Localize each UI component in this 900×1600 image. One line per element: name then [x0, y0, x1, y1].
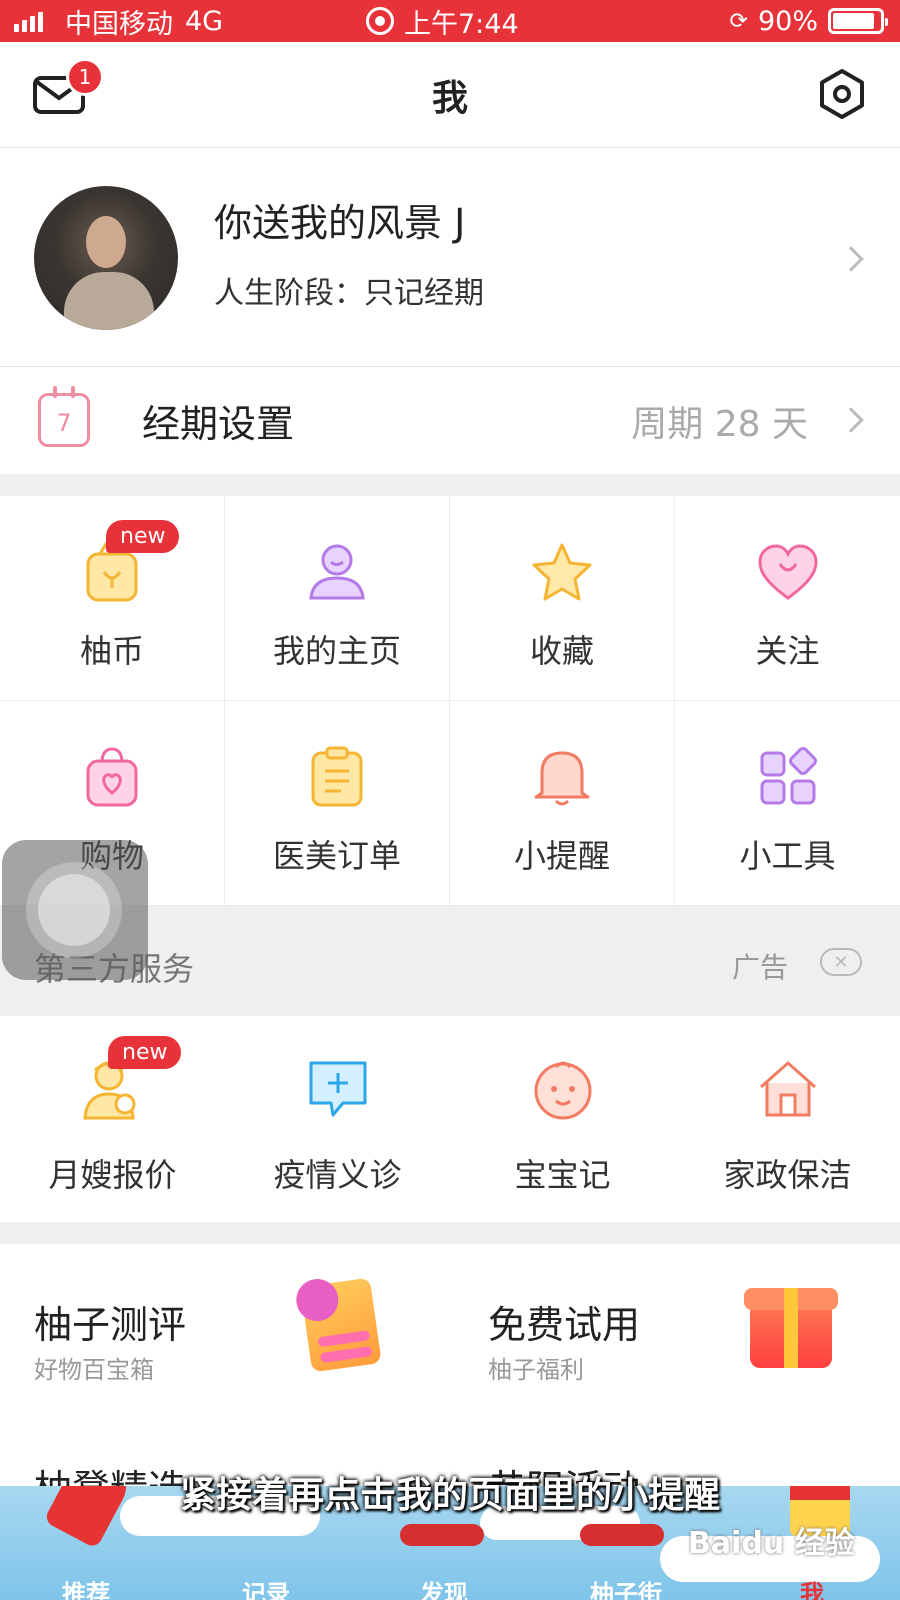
grid-item-label: 柚币	[79, 632, 144, 670]
video-subtitle: 紧接着再点击我的页面里的小提醒	[179, 1475, 720, 1516]
profile-card[interactable]: 你送我的风景 J 人生阶段：只记经期	[0, 148, 900, 366]
mail-badge: 1	[66, 58, 104, 96]
signal-icon	[14, 10, 43, 32]
grid-item-follow[interactable]: 关注	[675, 496, 900, 701]
plane-illustration	[580, 1524, 664, 1546]
promo-subtitle: 好物百宝箱	[34, 1356, 154, 1384]
tab-records[interactable]: 记录	[242, 1574, 290, 1600]
gift-box-illustration	[744, 1288, 838, 1368]
grid-item-favorites[interactable]: 收藏	[450, 496, 675, 701]
clipboard-icon	[311, 746, 363, 807]
review-illustration	[300, 1277, 382, 1373]
assistive-touch-button[interactable]	[2, 840, 148, 980]
shopping-bag-icon	[86, 747, 138, 807]
star-icon	[532, 543, 592, 601]
grid-item-tools[interactable]: 小工具	[675, 701, 900, 906]
tab-me[interactable]: 我	[800, 1574, 824, 1600]
grid-item-coins[interactable]: 柚币 new	[0, 496, 225, 701]
chevron-right-icon	[838, 246, 864, 272]
battery-icon	[828, 8, 888, 34]
new-badge: new	[108, 1036, 182, 1069]
service-label: 宝宝记	[514, 1156, 611, 1194]
user-name: 你送我的风景 J	[214, 201, 466, 245]
grid-item-label: 医美订单	[272, 837, 401, 875]
heart-icon	[757, 544, 818, 600]
grid-item-medical-orders[interactable]: 医美订单	[225, 701, 450, 906]
user-icon	[309, 544, 365, 600]
tab-recommend[interactable]: 推荐	[62, 1574, 110, 1600]
services-row: 月嫂报价 new 疫情义诊 宝宝记 家政保洁	[0, 1016, 900, 1222]
period-settings-label: 经期设置	[142, 402, 295, 446]
tab-youzi-street[interactable]: 柚子街	[590, 1574, 662, 1600]
grid-item-label: 小提醒	[513, 837, 610, 875]
bell-icon	[534, 751, 590, 806]
life-stage: 人生阶段：只记经期	[214, 276, 484, 311]
service-item-nanny-quote[interactable]: 月嫂报价 new	[0, 1016, 225, 1222]
promo-subtitle: 柚子福利	[488, 1356, 584, 1384]
service-label: 家政保洁	[723, 1156, 852, 1194]
clock: 上午7:44	[404, 8, 519, 40]
plane-illustration	[400, 1524, 484, 1546]
ad-label: 广告	[731, 951, 788, 984]
new-badge: new	[106, 520, 180, 553]
period-settings-row[interactable]: 7 经期设置 周期 28 天	[0, 366, 900, 474]
grid-item-label: 小工具	[739, 837, 836, 875]
grid-item-reminders[interactable]: 小提醒	[450, 701, 675, 906]
service-label: 月嫂报价	[48, 1156, 177, 1194]
close-icon[interactable]: ✕	[820, 948, 862, 976]
period-cycle-value: 周期 28 天	[631, 404, 808, 445]
grid-item-label: 关注	[755, 632, 820, 670]
calendar-icon: 7	[38, 386, 90, 447]
service-item-housekeeping[interactable]: 家政保洁	[675, 1016, 900, 1222]
promo-title: 柚子测评	[34, 1303, 187, 1347]
grid-item-my-homepage[interactable]: 我的主页	[225, 496, 450, 701]
service-label: 疫情义诊	[273, 1156, 402, 1194]
chat-plus-icon	[309, 1061, 366, 1117]
grid-item-label: 我的主页	[272, 632, 401, 670]
page-title: 我	[431, 77, 468, 119]
house-icon	[759, 1061, 816, 1117]
apps-icon	[760, 747, 817, 805]
screen-recording-icon	[366, 7, 394, 35]
baby-face-icon	[534, 1061, 591, 1120]
promo-title: 免费试用	[488, 1303, 641, 1347]
watermark-url: jingyan.baidu.com	[690, 1556, 820, 1572]
carrier-name: 中国移动	[65, 8, 173, 40]
avatar[interactable]	[34, 186, 178, 330]
status-bar: 中国移动 4G 上午7:44 ⟳ 90%	[0, 0, 900, 42]
service-item-free-consult[interactable]: 疫情义诊	[225, 1016, 450, 1222]
chevron-right-icon	[838, 407, 864, 433]
service-item-baby-record[interactable]: 宝宝记	[450, 1016, 675, 1222]
settings-icon[interactable]	[816, 68, 868, 120]
orientation-lock-icon: ⟳	[729, 8, 748, 34]
battery-percent: 90%	[757, 5, 818, 37]
grid-item-label: 收藏	[529, 632, 594, 670]
network-type: 4G	[185, 5, 224, 37]
nav-header: 1 我	[0, 42, 900, 148]
tab-discover[interactable]: 发现	[420, 1574, 468, 1600]
